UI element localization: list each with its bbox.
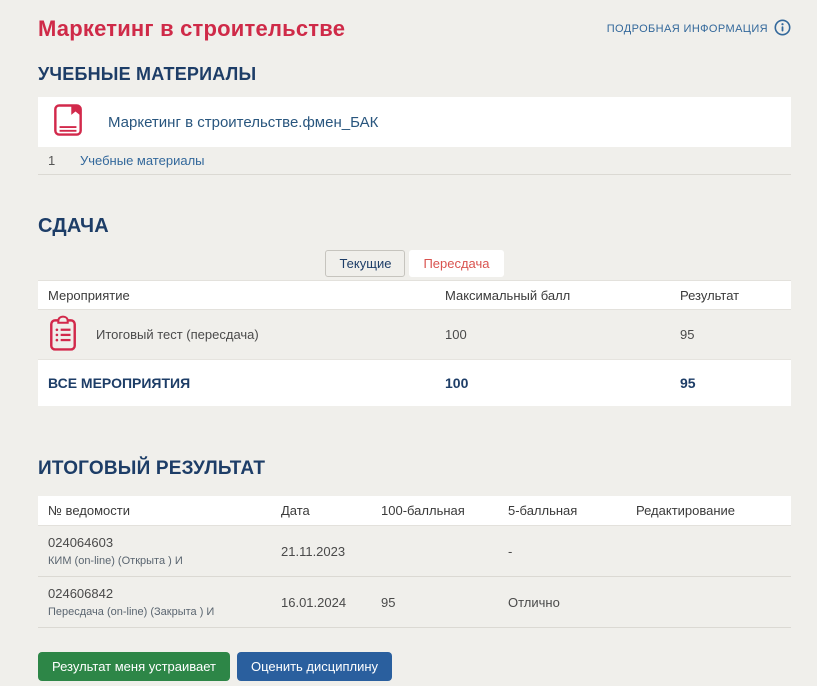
- event-result: 95: [670, 327, 791, 342]
- materials-row-link[interactable]: Учебные материалы: [80, 153, 205, 168]
- sheet-description: КИМ (on-line) (Открыта ) И: [48, 555, 271, 567]
- sheet-number: 024606842: [48, 586, 271, 601]
- clipboard-list-icon: [48, 315, 78, 355]
- accept-result-button[interactable]: Результат меня устраивает: [38, 652, 230, 681]
- info-circle-icon: [774, 19, 791, 39]
- detailed-info-label: ПОДРОБНАЯ ИНФОРМАЦИЯ: [607, 23, 768, 35]
- course-material-label: Маркетинг в строительстве.фмен_БАК: [108, 114, 378, 131]
- detailed-info-link[interactable]: ПОДРОБНАЯ ИНФОРМАЦИЯ: [607, 19, 791, 39]
- sheet-score-5: Отлично: [498, 595, 626, 610]
- action-buttons: Результат меня устраивает Оценить дисцип…: [38, 652, 791, 681]
- total-label: ВСЕ МЕРОПРИЯТИЯ: [38, 375, 435, 391]
- page-title: Маркетинг в строительстве: [38, 16, 345, 42]
- col-event: Мероприятие: [38, 288, 435, 303]
- course-page: Маркетинг в строительстве ПОДРОБНАЯ ИНФО…: [0, 0, 817, 681]
- book-icon: [53, 103, 83, 142]
- col-sheet-number: № ведомости: [38, 503, 271, 518]
- sheet-score-5: -: [498, 544, 626, 559]
- sheet-number: 024064603: [48, 535, 271, 550]
- event-name[interactable]: Итоговый тест (пересдача): [96, 327, 259, 342]
- materials-row: 1 Учебные материалы: [38, 147, 791, 175]
- materials-section-title: УЧЕБНЫЕ МАТЕРИАЛЫ: [38, 64, 791, 85]
- col-editing: Редактирование: [626, 503, 791, 518]
- final-table-header: № ведомости Дата 100-балльная 5-балльная…: [38, 496, 791, 526]
- tab-current[interactable]: Текущие: [325, 250, 405, 277]
- table-row: Итоговый тест (пересдача) 100 95: [38, 310, 791, 360]
- final-section-title: ИТОГОВЫЙ РЕЗУЛЬТАТ: [38, 458, 791, 480]
- table-row: 024064603 КИМ (on-line) (Открыта ) И 21.…: [38, 526, 791, 577]
- sheet-date: 21.11.2023: [271, 544, 371, 559]
- submission-table: Мероприятие Максимальный балл Результат: [38, 280, 791, 406]
- materials-row-number: 1: [38, 153, 80, 168]
- submission-tabs: Текущие Пересдача: [38, 250, 791, 277]
- table-row: 024606842 Пересдача (on-line) (Закрыта )…: [38, 577, 791, 628]
- sheet-description: Пересдача (on-line) (Закрыта ) И: [48, 606, 271, 618]
- total-result: 95: [670, 375, 791, 391]
- rate-discipline-button[interactable]: Оценить дисциплину: [237, 652, 392, 681]
- sheet-score-100: 95: [371, 595, 498, 610]
- final-table: № ведомости Дата 100-балльная 5-балльная…: [38, 496, 791, 628]
- page-header: Маркетинг в строительстве ПОДРОБНАЯ ИНФО…: [38, 0, 791, 44]
- submission-total-row: ВСЕ МЕРОПРИЯТИЯ 100 95: [38, 360, 791, 406]
- submission-table-header: Мероприятие Максимальный балл Результат: [38, 280, 791, 310]
- submission-section-title: СДАЧА: [38, 215, 791, 238]
- sheet-date: 16.01.2024: [271, 595, 371, 610]
- tab-retake[interactable]: Пересдача: [409, 250, 503, 277]
- col-max-score: Максимальный балл: [435, 288, 670, 303]
- col-date: Дата: [271, 503, 371, 518]
- col-scale-5: 5-балльная: [498, 503, 626, 518]
- col-scale-100: 100-балльная: [371, 503, 498, 518]
- event-max-score: 100: [435, 327, 670, 342]
- col-result: Результат: [670, 288, 791, 303]
- course-material-card[interactable]: Маркетинг в строительстве.фмен_БАК: [38, 97, 791, 147]
- total-max-score: 100: [435, 375, 670, 391]
